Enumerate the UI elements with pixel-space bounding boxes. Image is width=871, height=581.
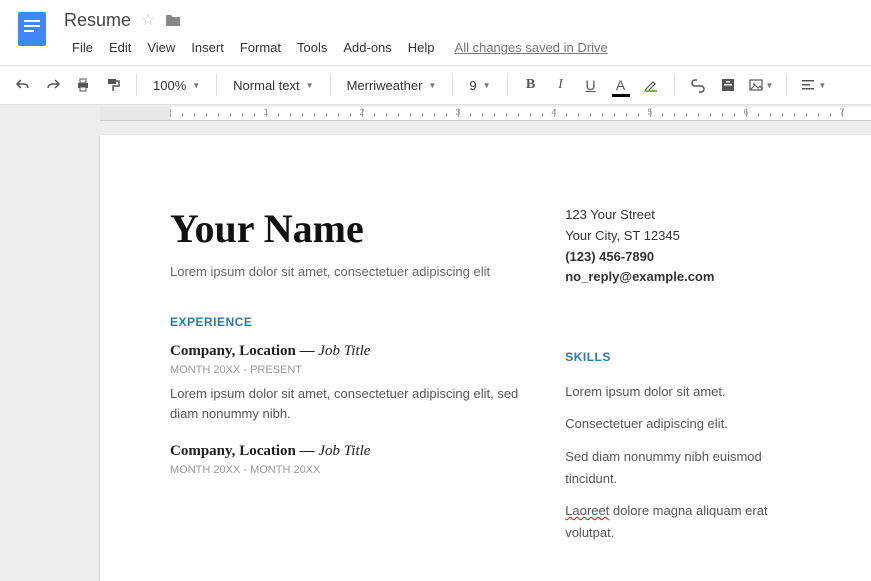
job-dates: MONTH 20XX - MONTH 20XX <box>170 464 525 476</box>
print-button[interactable] <box>70 72 96 98</box>
document-page[interactable]: Your Name Lorem ipsum dolor sit amet, co… <box>100 135 871 581</box>
horizontal-ruler[interactable]: // ticks generated below after data load… <box>100 107 871 121</box>
docs-logo-icon[interactable] <box>12 8 52 48</box>
resume-name: Your Name <box>170 205 525 252</box>
redo-button[interactable] <box>40 72 66 98</box>
menu-view[interactable]: View <box>139 36 183 59</box>
job-description: Lorem ipsum dolor sit amet, consectetuer… <box>170 384 525 423</box>
job-dash: — <box>300 443 315 459</box>
menu-file[interactable]: File <box>64 36 101 59</box>
job-title: Job Title <box>318 443 370 459</box>
contact-city: Your City, ST 12345 <box>565 226 802 247</box>
menu-addons[interactable]: Add-ons <box>335 36 399 59</box>
font-select[interactable]: Merriweather▼ <box>341 72 443 98</box>
menu-format[interactable]: Format <box>232 36 289 59</box>
job-company: Company, <box>170 443 235 459</box>
job-dash: — <box>300 343 315 359</box>
text-color-button[interactable]: A <box>608 72 634 98</box>
underline-button[interactable]: U <box>578 72 604 98</box>
italic-button[interactable]: I <box>548 72 574 98</box>
job-company: Company, <box>170 343 235 359</box>
menu-insert[interactable]: Insert <box>183 36 232 59</box>
insert-image-button[interactable]: ▼ <box>745 72 777 98</box>
contact-email: no_reply@example.com <box>565 267 802 288</box>
align-button[interactable]: ▼ <box>797 72 829 98</box>
paragraph-style-select[interactable]: Normal text▼ <box>227 72 319 98</box>
save-status[interactable]: All changes saved in Drive <box>455 40 608 55</box>
menu-edit[interactable]: Edit <box>101 36 139 59</box>
zoom-select[interactable]: 100%▼ <box>147 72 206 98</box>
skill-item: Sed diam nonummy nibh euismod tincidunt. <box>565 446 802 490</box>
folder-icon[interactable] <box>165 13 181 27</box>
skill-item: Consectetuer adipiscing elit. <box>565 413 802 435</box>
job-entry: Company, Location — Job Title MONTH 20XX… <box>170 443 525 476</box>
spellcheck-squiggle[interactable]: Laoreet <box>565 503 609 518</box>
resume-tagline: Lorem ipsum dolor sit amet, consectetuer… <box>170 264 525 279</box>
paint-format-button[interactable] <box>100 72 126 98</box>
skills-heading: SKILLS <box>565 348 802 367</box>
menu-tools[interactable]: Tools <box>289 36 335 59</box>
star-icon[interactable]: ☆ <box>141 10 155 30</box>
contact-phone: (123) 456-7890 <box>565 247 802 268</box>
job-location: Location <box>239 443 296 459</box>
bold-button[interactable]: B <box>518 72 544 98</box>
document-title[interactable]: Resume <box>64 10 131 31</box>
document-canvas: Your Name Lorem ipsum dolor sit amet, co… <box>0 121 871 581</box>
skill-item: Lorem ipsum dolor sit amet. <box>565 381 802 403</box>
insert-comment-button[interactable] <box>715 72 741 98</box>
font-size-select[interactable]: 9▼ <box>463 72 496 98</box>
skill-item: Laoreet dolore magna aliquam erat volutp… <box>565 500 802 544</box>
insert-link-button[interactable] <box>685 72 711 98</box>
highlight-color-button[interactable] <box>638 72 664 98</box>
contact-street: 123 Your Street <box>565 205 802 226</box>
menu-bar: File Edit View Insert Format Tools Add-o… <box>64 36 859 59</box>
job-title: Job Title <box>318 343 370 359</box>
menu-help[interactable]: Help <box>400 36 443 59</box>
undo-button[interactable] <box>10 72 36 98</box>
experience-heading: EXPERIENCE <box>170 315 525 329</box>
job-location: Location <box>239 343 296 359</box>
job-dates: MONTH 20XX - PRESENT <box>170 364 525 376</box>
toolbar: 100%▼ Normal text▼ Merriweather▼ 9▼ B I … <box>0 65 871 105</box>
job-entry: Company, Location — Job Title MONTH 20XX… <box>170 343 525 423</box>
